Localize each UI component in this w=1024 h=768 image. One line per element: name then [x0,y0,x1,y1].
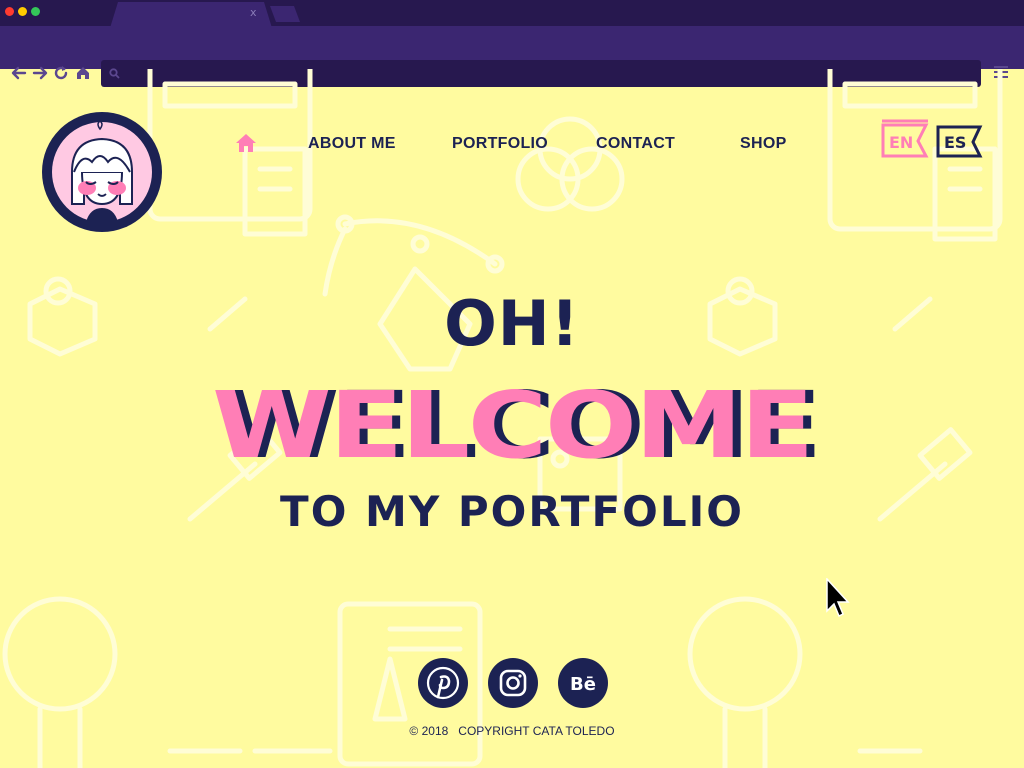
hero-oh: OH! [444,287,580,360]
instagram-button[interactable] [488,658,538,708]
browser-tab[interactable] [110,2,272,28]
maximize-window-dot[interactable] [31,7,40,16]
new-tab-button[interactable] [270,6,300,22]
nav-about-me[interactable]: ABOUT ME [308,135,396,153]
behance-label: Bē [570,674,596,695]
hero-subtitle: TO MY PORTFOLIO [280,487,744,536]
minimize-window-dot[interactable] [18,7,27,16]
nav-shop[interactable]: SHOP [740,135,787,153]
page-content: ABOUT ME PORTFOLIO CONTACT SHOP EN ES OH… [0,69,1024,768]
pinterest-button[interactable] [418,658,468,708]
behance-icon: Bē [570,674,596,695]
tab-close-icon[interactable]: x [250,6,257,20]
nav-contact[interactable]: CONTACT [596,135,675,153]
footer-copyright: © 2018 COPYRIGHT CATA TOLEDO [409,724,615,738]
avatar-logo[interactable] [42,112,162,232]
pinterest-icon [426,666,460,700]
nav-portfolio[interactable]: PORTFOLIO [452,135,548,153]
behance-button[interactable]: Bē [558,658,608,708]
hero-welcome: WELCOME WELCOME [0,369,1024,469]
language-es-button[interactable]: ES [936,119,984,159]
language-es-label: ES [944,133,966,152]
close-window-dot[interactable] [5,7,14,16]
browser-tab-bar: x [0,0,1024,28]
mouse-cursor-icon [826,578,850,618]
home-icon[interactable] [235,133,257,153]
language-en-button[interactable]: EN [880,119,930,159]
language-en-label: EN [889,133,913,152]
browser-toolbar [0,26,1024,87]
instagram-icon [499,669,527,697]
welcome-front: WELCOME [212,372,812,469]
welcome-text-svg: WELCOME WELCOME [212,372,822,469]
